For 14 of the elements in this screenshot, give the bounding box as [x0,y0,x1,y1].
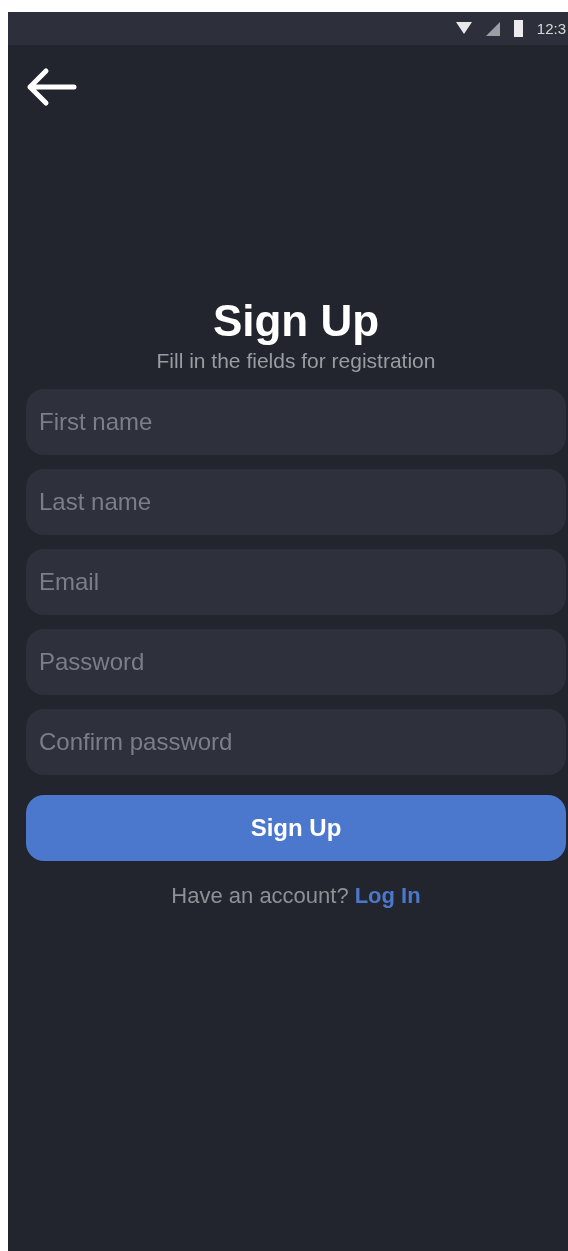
log-in-link[interactable]: Log In [354,883,421,909]
battery-icon [513,20,523,37]
page-title: Sign Up [212,295,380,347]
signal-icon [485,21,500,36]
sign-up-button[interactable]: Sign Up [26,795,566,861]
text-field[interactable]: Last name [26,469,566,535]
text-field[interactable]: Password [26,629,566,695]
page-subtitle: Fill in the fields for registration [156,349,436,373]
clock-time: 12:3 [536,20,566,37]
text-field[interactable]: First name [26,389,566,455]
account-prompt: Have an account? [171,883,349,909]
text-field[interactable]: Confirm password [26,709,566,775]
text-field[interactable]: Email [26,549,566,615]
wifi-icon [455,22,472,35]
